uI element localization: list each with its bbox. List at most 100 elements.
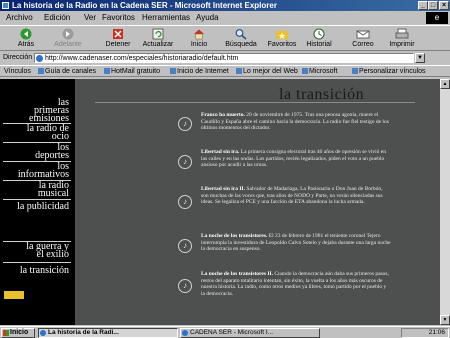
close-button[interactable]: × [439, 1, 449, 10]
mail-icon [356, 30, 370, 39]
entry-title: La noche de los transistores. [201, 233, 268, 239]
home-label: Inicio [190, 41, 208, 48]
start-label: Inicio [10, 329, 29, 336]
back-button[interactable]: Atrás [8, 27, 44, 51]
stop-button[interactable]: Detener [100, 27, 136, 51]
nav-radio-musical[interactable]: la radio musical [38, 181, 69, 199]
nav-primeras-emisiones[interactable]: las primeras emisiones [29, 98, 69, 124]
forward-button[interactable]: Adelante [48, 27, 88, 51]
search-icon [235, 29, 247, 40]
page-icon [36, 55, 43, 62]
nav-publicidad[interactable]: la publicidad [17, 202, 69, 212]
history-button[interactable]: Historial [302, 27, 336, 51]
favorites-label: Favoritos [267, 41, 297, 48]
nav-informativos[interactable]: los informativos [18, 162, 69, 180]
address-url: http://www.cadenaser.com/especiales/hist… [45, 55, 239, 62]
system-tray: 21:06 [401, 328, 449, 338]
link-label: Personalizar vínculos [359, 68, 426, 75]
windows-flag-icon [3, 330, 9, 336]
address-dropdown-button[interactable]: ▼ [415, 53, 425, 63]
entry-noche-transistores-2: La noche de los transistores II. Cuando … [201, 271, 391, 310]
ie-app-icon [2, 2, 9, 9]
entry-franco: Franco ha muerto. 20 de noviembre de 197… [201, 112, 391, 144]
history-icon [313, 28, 325, 40]
back-arrow-icon [20, 28, 32, 40]
nav-divider [3, 199, 71, 200]
ie-task-icon [182, 330, 188, 336]
search-button[interactable]: Búsqueda [222, 27, 260, 51]
link-icon [104, 68, 110, 74]
link-icon [170, 68, 176, 74]
menu-ayuda[interactable]: Ayuda [196, 12, 219, 24]
link-label: Inicio de Internet [177, 68, 229, 75]
menu-edicion[interactable]: Edición [44, 12, 70, 24]
mail-button[interactable]: Correo [346, 27, 380, 51]
refresh-label: Actualizar [142, 41, 174, 48]
search-label: Búsqueda [225, 41, 257, 48]
link-lo-mejor-del-web[interactable]: Lo mejor del Web [236, 66, 298, 78]
window-title: La historia de la Radio en la Cadena SER… [12, 1, 277, 10]
home-button[interactable]: Inicio [184, 27, 214, 51]
history-label: Historial [306, 41, 332, 48]
refresh-icon [152, 28, 164, 40]
start-button[interactable]: Inicio [1, 328, 35, 338]
link-hotmail-gratuito[interactable]: HotMail gratuito [104, 66, 160, 78]
link-label: Lo mejor del Web [243, 68, 298, 75]
scroll-down-icon[interactable]: ▼ [440, 315, 450, 325]
link-label: Guía de canales [45, 68, 96, 75]
speaker-icon[interactable]: ♪ [178, 279, 192, 293]
content-area: la transición ♪ Franco ha muerto. 20 de … [75, 79, 440, 325]
menu-archivo[interactable]: Archivo [6, 12, 33, 24]
speaker-icon[interactable]: ♪ [178, 155, 192, 169]
nav-radio-de-ocio[interactable]: la radio de ocio [27, 124, 69, 142]
menu-ver[interactable]: Ver [84, 12, 96, 24]
standard-toolbar: Atrás Adelante Detener Actualizar Inicio… [0, 25, 450, 51]
menu-favoritos[interactable]: Favoritos [102, 12, 135, 24]
section-nav: las primeras emisiones la radio de ocio … [0, 79, 75, 325]
maximize-button[interactable]: □ [428, 1, 438, 10]
speaker-icon[interactable]: ♪ [178, 117, 192, 131]
link-guia-de-canales[interactable]: Guía de canales [38, 66, 96, 78]
cadena-ser-logo[interactable] [4, 291, 24, 299]
entry-title: Libertad sin ira. [201, 149, 240, 155]
refresh-button[interactable]: Actualizar [138, 27, 178, 51]
menu-bar: Archivo Edición Ver Favoritos Herramient… [0, 12, 450, 24]
link-icon [302, 68, 308, 74]
scroll-up-icon[interactable]: ▲ [440, 79, 450, 89]
address-input[interactable]: http://www.cadenaser.com/especiales/hist… [34, 53, 414, 63]
taskbar: Inicio La historia de la Radi... CADENA … [0, 326, 450, 338]
taskbar-item-historia-radio[interactable]: La historia de la Radi... [38, 328, 178, 338]
print-button[interactable]: Imprimir [382, 27, 422, 51]
favorites-button[interactable]: Favoritos [262, 27, 302, 51]
entry-title: Franco ha muerto. [201, 112, 245, 118]
nav-transicion[interactable]: la transición [20, 266, 69, 276]
address-label: Dirección [3, 54, 33, 61]
vertical-scrollbar[interactable]: ▲ ▼ [440, 79, 450, 325]
stop-icon [113, 29, 123, 39]
entry-noche-transistores: La noche de los transistores. El 23 de f… [201, 233, 391, 265]
home-icon [194, 29, 204, 40]
entry-libertad-sin-ira: Libertad sin ira. La primera consigna el… [201, 149, 391, 181]
favorites-folder-icon [276, 31, 288, 39]
link-label: HotMail gratuito [111, 68, 161, 75]
link-label: Microsoft [309, 68, 338, 75]
ie-throbber-icon: e [426, 12, 448, 24]
link-personalizar-vinculos[interactable]: Personalizar vínculos [352, 66, 426, 78]
title-bar: La historia de la Radio en la Cadena SER… [0, 0, 450, 11]
link-microsoft[interactable]: Microsoft [302, 66, 337, 78]
link-inicio-de-internet[interactable]: Inicio de Internet [170, 66, 229, 78]
nav-guerra-y-exilio[interactable]: la guerra y el exilio [26, 242, 69, 260]
menu-herramientas[interactable]: Herramientas [142, 12, 190, 24]
clock: 21:06 [428, 329, 445, 336]
forward-label: Adelante [54, 41, 82, 48]
speaker-icon[interactable]: ♪ [178, 195, 192, 209]
entry-libertad-sin-ira-2: Libertad sin ira II. Salvador de Madaria… [201, 186, 391, 225]
speaker-icon[interactable]: ♪ [178, 239, 192, 253]
entry-title: La noche de los transistores II. [201, 271, 274, 277]
minimize-button[interactable]: _ [418, 1, 428, 10]
taskbar-item-cadena-ser[interactable]: CADENA SER - Microsoft I... [180, 328, 320, 338]
page-viewport: las primeras emisiones la radio de ocio … [0, 79, 440, 325]
nav-deportes[interactable]: los deportes [35, 143, 69, 161]
entry-title: Libertad sin ira II. [201, 186, 246, 192]
task-label: CADENA SER - Microsoft I... [190, 329, 274, 336]
